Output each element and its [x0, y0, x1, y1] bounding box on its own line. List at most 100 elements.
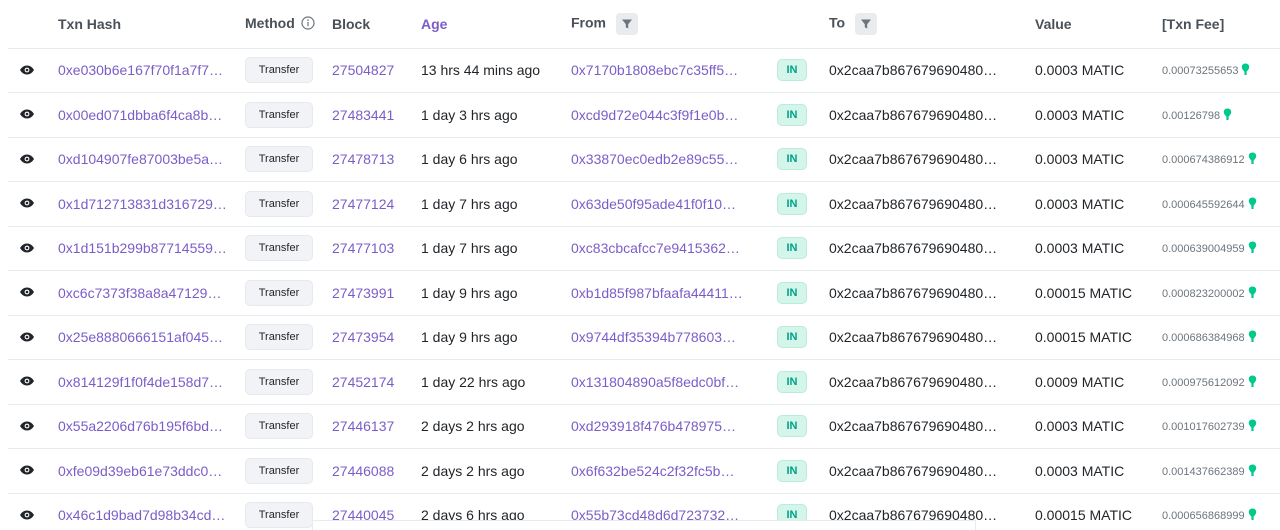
method-badge: Transfer — [245, 457, 313, 484]
gas-icon[interactable] — [1248, 375, 1257, 391]
gas-icon[interactable] — [1248, 464, 1257, 480]
filter-icon — [621, 19, 632, 29]
value-cell: 0.0009 MATIC — [1035, 373, 1125, 390]
transactions-table: Txn Hash Method Block Age From To Value … — [8, 0, 1280, 530]
from-address-link[interactable]: 0x131804890a5f8edc0bf… — [563, 360, 769, 405]
txn-hash-link[interactable]: 0x1d712713831d316729… — [50, 182, 237, 227]
view-details-button[interactable] — [16, 281, 38, 303]
txn-hash-link[interactable]: 0x55a2206d76b195f6bd… — [50, 404, 237, 449]
gas-icon[interactable] — [1248, 286, 1257, 302]
table-row: 0x55a2206d76b195f6bd… Transfer 27446137 … — [8, 404, 1280, 449]
txn-hash-link[interactable]: 0xe030b6e167f70f1a7f7… — [50, 48, 237, 93]
direction-cell: IN — [769, 315, 821, 360]
block-link[interactable]: 27478713 — [324, 137, 413, 182]
view-details-button[interactable] — [16, 148, 38, 170]
view-cell — [8, 137, 50, 182]
fee-cell: 0.000686384968 — [1154, 315, 1280, 360]
gas-icon[interactable] — [1248, 330, 1257, 346]
block-link[interactable]: 27477124 — [324, 182, 413, 227]
value-cell: 0.00015 MATIC — [1035, 329, 1133, 346]
value-cell: 0.0003 MATIC — [1035, 418, 1125, 435]
block-link[interactable]: 27477103 — [324, 226, 413, 271]
view-details-button[interactable] — [16, 103, 38, 125]
method-cell: Transfer — [237, 404, 324, 449]
method-badge: Transfer — [245, 146, 313, 173]
txn-hash-link[interactable]: 0x46c1d9bad7d98b34cd… — [50, 493, 237, 530]
gas-icon[interactable] — [1248, 508, 1257, 524]
txn-hash-link[interactable]: 0xd104907fe87003be5a… — [50, 137, 237, 182]
direction-badge: IN — [777, 415, 807, 438]
method-badge: Transfer — [245, 235, 313, 262]
from-address-link[interactable]: 0xd293918f476b478975… — [563, 404, 769, 449]
age-cell: 1 day 7 hrs ago — [421, 195, 518, 212]
from-address-link[interactable]: 0x9744df35394b778603… — [563, 315, 769, 360]
to-address: 0x2caa7b867679690480… — [829, 195, 998, 212]
table-row: 0xd104907fe87003be5a… Transfer 27478713 … — [8, 137, 1280, 182]
table-row: 0xfe09d39eb61e73ddc0… Transfer 27446088 … — [8, 449, 1280, 494]
block-link[interactable]: 27446137 — [324, 404, 413, 449]
to-filter-button[interactable] — [854, 12, 877, 35]
info-icon[interactable] — [301, 16, 315, 33]
block-link[interactable]: 27504827 — [324, 48, 413, 93]
txn-hash-link[interactable]: 0x814129f1f0f4de158d7… — [50, 360, 237, 405]
txn-fee: 0.00126798 — [1162, 109, 1221, 122]
header-txn-hash: Txn Hash — [50, 0, 237, 49]
block-link[interactable]: 27446088 — [324, 449, 413, 494]
gas-icon[interactable] — [1248, 419, 1257, 435]
txn-hash-link[interactable]: 0xfe09d39eb61e73ddc0… — [50, 449, 237, 494]
from-address-link[interactable]: 0xcd9d72e044c3f9f1e0b… — [563, 93, 769, 138]
txn-fee: 0.000975612092 — [1162, 376, 1245, 389]
filter-icon — [860, 19, 871, 29]
direction-badge: IN — [777, 281, 807, 304]
value-cell: 0.0003 MATIC — [1035, 240, 1125, 257]
from-address-link[interactable]: 0xc83cbcafcc7e9415362… — [563, 226, 769, 271]
value-cell: 0.00015 MATIC — [1035, 284, 1133, 301]
view-details-button[interactable] — [16, 59, 38, 81]
view-details-button[interactable] — [16, 504, 38, 526]
gas-icon[interactable] — [1248, 197, 1257, 213]
header-age[interactable]: Age — [413, 0, 563, 49]
fee-cell: 0.000639004959 — [1154, 226, 1280, 271]
block-link[interactable]: 27473954 — [324, 315, 413, 360]
eye-icon — [20, 332, 34, 342]
direction-cell: IN — [769, 226, 821, 271]
txn-hash-link[interactable]: 0x00ed071dbba6f4ca8b… — [50, 93, 237, 138]
header-block: Block — [324, 0, 413, 49]
table-row: 0x814129f1f0f4de158d7… Transfer 27452174… — [8, 360, 1280, 405]
view-details-button[interactable] — [16, 370, 38, 392]
txn-hash-link[interactable]: 0xc6c7373f38a8a47129… — [50, 271, 237, 316]
txn-hash-link[interactable]: 0x25e8880666151af045… — [50, 315, 237, 360]
block-link[interactable]: 27473991 — [324, 271, 413, 316]
block-link[interactable]: 27452174 — [324, 360, 413, 405]
gas-icon[interactable] — [1248, 241, 1257, 257]
to-address: 0x2caa7b867679690480… — [829, 151, 998, 168]
header-view — [8, 0, 50, 49]
from-filter-button[interactable] — [615, 12, 638, 35]
to-address: 0x2caa7b867679690480… — [829, 462, 998, 479]
txn-hash-link[interactable]: 0x1d151b299b87714559… — [50, 226, 237, 271]
from-address-link[interactable]: 0x6f632be524c2f32fc5b… — [563, 449, 769, 494]
age-cell: 2 days 2 hrs ago — [421, 462, 525, 479]
block-link[interactable]: 27483441 — [324, 93, 413, 138]
age-cell: 1 day 6 hrs ago — [421, 151, 518, 168]
from-address-link[interactable]: 0xb1d85f987bfaafa44411… — [563, 271, 769, 316]
view-details-button[interactable] — [16, 192, 38, 214]
from-address-link[interactable]: 0x33870ec0edb2e89c55… — [563, 137, 769, 182]
view-details-button[interactable] — [16, 415, 38, 437]
from-address-link[interactable]: 0x63de50f95ade41f0f10… — [563, 182, 769, 227]
from-address-link[interactable]: 0x7170b1808ebc7c35ff5… — [563, 48, 769, 93]
view-cell — [8, 271, 50, 316]
fee-cell: 0.000674386912 — [1154, 137, 1280, 182]
direction-cell: IN — [769, 404, 821, 449]
method-badge: Transfer — [245, 279, 313, 306]
gas-icon[interactable] — [1248, 152, 1257, 168]
fee-cell: 0.001017602739 — [1154, 404, 1280, 449]
view-details-button[interactable] — [16, 459, 38, 481]
view-details-button[interactable] — [16, 237, 38, 259]
gas-icon[interactable] — [1241, 63, 1250, 79]
header-to: To — [821, 0, 1027, 49]
view-details-button[interactable] — [16, 326, 38, 348]
method-cell: Transfer — [237, 271, 324, 316]
header-txn-fee[interactable]: [Txn Fee] — [1154, 0, 1280, 49]
gas-icon[interactable] — [1223, 108, 1232, 124]
